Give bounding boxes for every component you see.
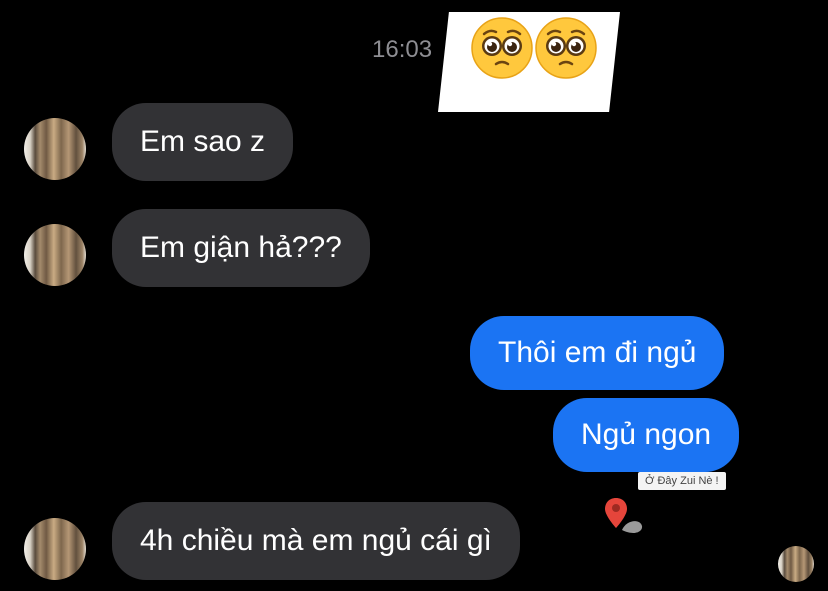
incoming-message-bubble[interactable]: Em giận hả??? [112, 209, 370, 287]
contact-avatar[interactable] [24, 118, 86, 180]
incoming-message-bubble[interactable]: Em sao z [112, 103, 294, 181]
outgoing-message-bubble[interactable]: Thôi em đi ngủ [470, 316, 725, 390]
pleading-face-emoji-icon [535, 17, 597, 79]
location-pin-icon [605, 498, 643, 533]
contact-avatar[interactable] [24, 518, 86, 580]
outgoing-message-bubble[interactable]: Ngủ ngon [553, 398, 740, 472]
message-timestamp: 16:03 [372, 36, 433, 63]
pleading-face-emoji-icon [471, 17, 533, 79]
incoming-message-bubble[interactable]: 4h chiều mà em ngủ cái gì [112, 502, 520, 580]
contact-avatar[interactable] [24, 224, 86, 286]
location-sticker-label: Ở Đây Zui Nè ! [638, 472, 726, 490]
read-receipt-avatar [778, 546, 814, 582]
